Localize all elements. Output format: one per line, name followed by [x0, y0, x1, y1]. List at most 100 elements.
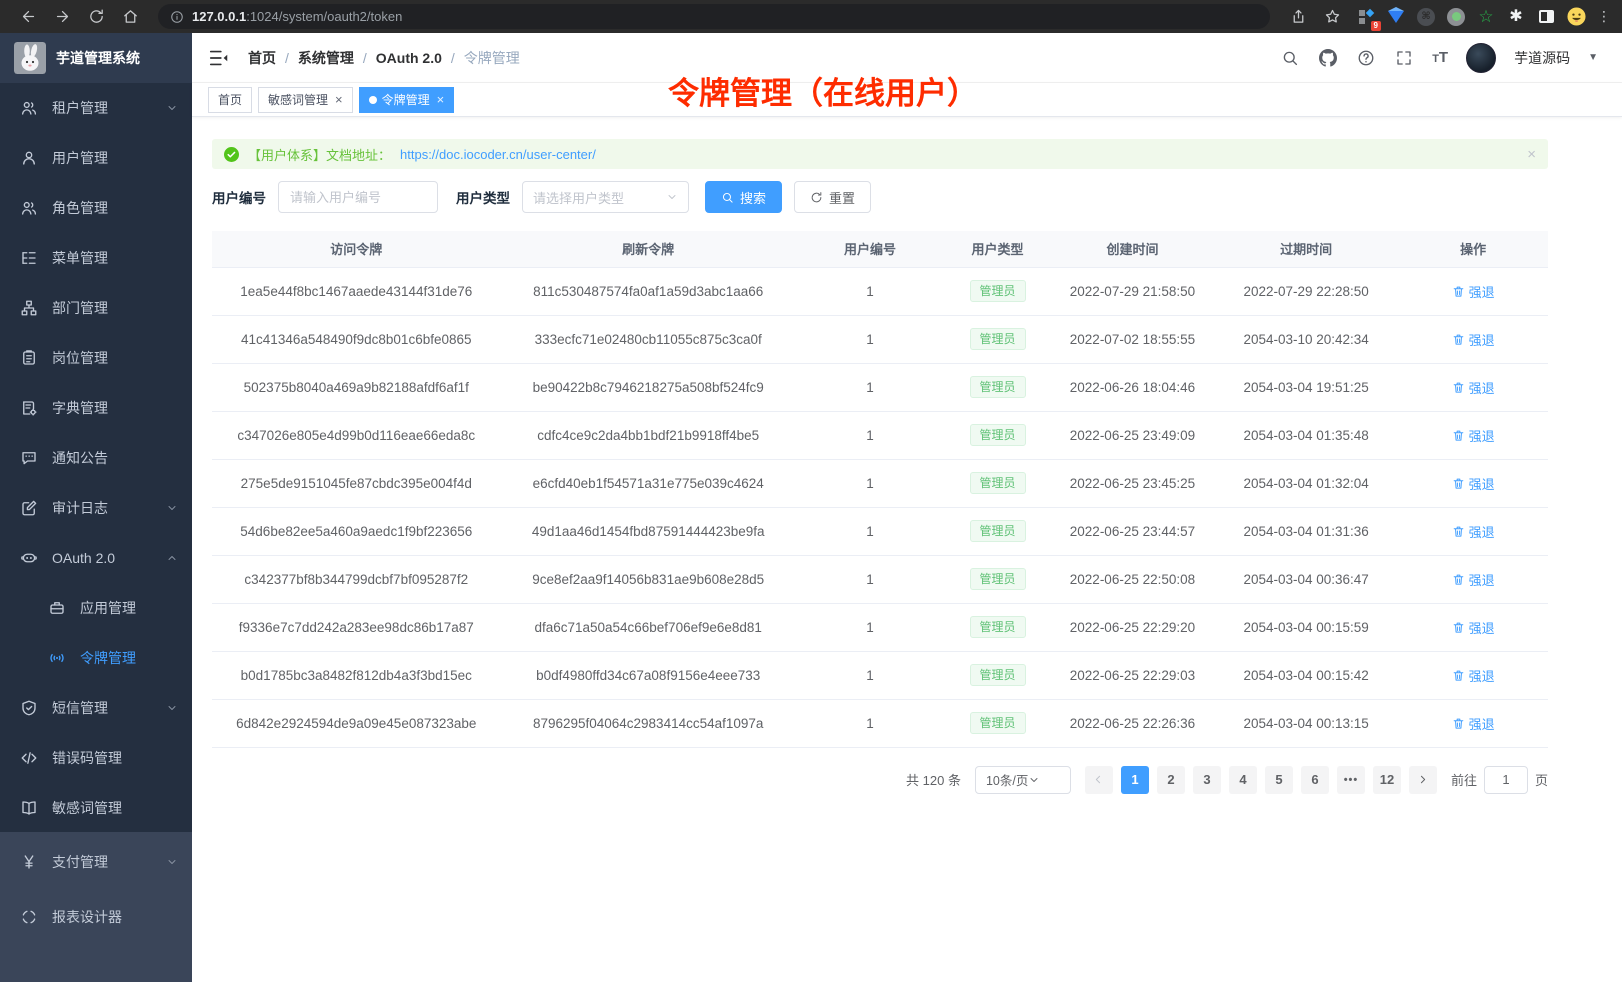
- force-logout-button[interactable]: 强退: [1452, 426, 1495, 445]
- search-icon[interactable]: [1280, 48, 1300, 68]
- sidebar-item-audit[interactable]: 审计日志: [0, 483, 192, 533]
- extension-record-icon[interactable]: [1446, 7, 1466, 27]
- sidebar-item-errcode[interactable]: 错误码管理: [0, 733, 192, 783]
- reload-icon[interactable]: [82, 3, 110, 31]
- trash-icon: [1452, 573, 1465, 586]
- extension-white-star-icon[interactable]: ✱: [1506, 7, 1526, 27]
- extension-grid-icon[interactable]: 9: [1356, 7, 1376, 27]
- app-logo-row[interactable]: 芋道管理系统: [0, 33, 192, 83]
- goto-label: 前往: [1451, 770, 1477, 789]
- forward-icon[interactable]: [48, 3, 76, 31]
- breadcrumb-system[interactable]: 系统管理: [298, 48, 354, 68]
- action-cell: 强退: [1398, 555, 1548, 603]
- sidebar-item-report[interactable]: 报表设计器: [0, 889, 192, 944]
- sidebar-item-app[interactable]: 应用管理: [0, 583, 192, 633]
- browser-menu-icon[interactable]: ⋮: [1596, 8, 1612, 25]
- font-size-icon[interactable]: TT: [1432, 49, 1448, 66]
- breadcrumb-oauth[interactable]: OAuth 2.0: [376, 50, 442, 66]
- github-icon[interactable]: [1318, 48, 1338, 68]
- fullscreen-icon[interactable]: [1394, 48, 1414, 68]
- page-more-button[interactable]: •••: [1337, 766, 1365, 794]
- search-button[interactable]: 搜索: [705, 181, 782, 213]
- user-id-cell: 1: [796, 267, 944, 315]
- alert-close-icon[interactable]: ×: [1527, 146, 1536, 163]
- breadcrumb-home[interactable]: 首页: [248, 48, 276, 68]
- extension-gem-icon[interactable]: [1386, 7, 1406, 27]
- prev-page-button[interactable]: [1085, 766, 1113, 794]
- goto-page-input[interactable]: [1484, 766, 1528, 794]
- page-button-6[interactable]: 6: [1301, 766, 1329, 794]
- doc-link[interactable]: https://doc.iocoder.cn/user-center/: [400, 147, 596, 162]
- profile-avatar[interactable]: [1566, 7, 1586, 27]
- side-panel-icon[interactable]: [1536, 7, 1556, 27]
- chevron-down-icon: [166, 502, 178, 514]
- force-logout-button[interactable]: 强退: [1452, 330, 1495, 349]
- close-icon[interactable]: ×: [437, 93, 445, 106]
- sidebar-item-token[interactable]: 令牌管理: [0, 633, 192, 683]
- sidebar-collapse-button[interactable]: [208, 47, 230, 69]
- chevron-down-icon[interactable]: ▼: [1588, 52, 1598, 63]
- force-logout-button[interactable]: 强退: [1452, 618, 1495, 637]
- sidebar-item-dept[interactable]: 部门管理: [0, 283, 192, 333]
- sidebar-item-sensitive[interactable]: 敏感词管理: [0, 783, 192, 832]
- sidebar-item-pay[interactable]: 支付管理: [0, 834, 192, 889]
- sidebar-item-dict[interactable]: 字典管理: [0, 383, 192, 433]
- user-type-badge: 管理员: [970, 664, 1026, 686]
- created-time-cell: 2022-06-25 22:50:08: [1051, 555, 1214, 603]
- force-logout-button[interactable]: 强退: [1452, 474, 1495, 493]
- page-info-icon[interactable]: [170, 10, 184, 24]
- sidebar-item-user[interactable]: 用户管理: [0, 133, 192, 183]
- table-row: 41c41346a548490f9dc8b01c6bfe0865 333ecfc…: [212, 315, 1548, 363]
- bookmark-star-icon[interactable]: [1318, 3, 1346, 31]
- expire-time-cell: 2054-03-04 00:15:42: [1214, 651, 1398, 699]
- page-button-12[interactable]: 12: [1373, 766, 1401, 794]
- force-logout-button[interactable]: 强退: [1452, 714, 1495, 733]
- user-id-cell: 1: [796, 603, 944, 651]
- column-header: 过期时间: [1214, 231, 1398, 267]
- force-logout-button[interactable]: 强退: [1452, 666, 1495, 685]
- user-type-badge: 管理员: [970, 376, 1026, 398]
- page-size-select[interactable]: 10条/页: [975, 766, 1071, 794]
- sidebar-item-role[interactable]: 角色管理: [0, 183, 192, 233]
- tab-token[interactable]: 令牌管理 ×: [359, 87, 455, 113]
- sidebar-item-notice[interactable]: 通知公告: [0, 433, 192, 483]
- force-logout-button[interactable]: 强退: [1452, 378, 1495, 397]
- force-logout-button[interactable]: 强退: [1452, 522, 1495, 541]
- sidebar-item-oauth[interactable]: OAuth 2.0: [0, 533, 192, 583]
- user-avatar[interactable]: [1466, 43, 1496, 73]
- user-type-badge: 管理员: [970, 568, 1026, 590]
- refresh-token-cell: b0df4980ffd34c67a08f9156e4eee733: [501, 651, 796, 699]
- user-type-select[interactable]: 请选择用户类型: [522, 181, 689, 213]
- user-id-cell: 1: [796, 699, 944, 747]
- refresh-token-cell: dfa6c71a50a54c66bef706ef9e6e8d81: [501, 603, 796, 651]
- access-token-cell: 1ea5e44f8bc1467aaede43144f31de76: [212, 267, 501, 315]
- back-icon[interactable]: [14, 3, 42, 31]
- sidebar-item-sms[interactable]: 短信管理: [0, 683, 192, 733]
- force-logout-button[interactable]: 强退: [1452, 282, 1495, 301]
- reset-button[interactable]: 重置: [794, 181, 871, 213]
- column-header: 创建时间: [1051, 231, 1214, 267]
- username[interactable]: 芋道源码: [1514, 48, 1570, 68]
- page-button-2[interactable]: 2: [1157, 766, 1185, 794]
- sidebar-item-menu[interactable]: 菜单管理: [0, 233, 192, 283]
- user-id-input[interactable]: [278, 181, 438, 213]
- tab-home[interactable]: 首页: [208, 87, 252, 113]
- refresh-token-cell: cdfc4ce9c2da4bb1bdf21b9918ff4be5: [501, 411, 796, 459]
- page-button-1[interactable]: 1: [1121, 766, 1149, 794]
- page-button-3[interactable]: 3: [1193, 766, 1221, 794]
- sidebar-item-label: 敏感词管理: [52, 798, 122, 818]
- extension-green-star-icon[interactable]: ☆: [1476, 7, 1496, 27]
- close-icon[interactable]: ×: [335, 93, 343, 106]
- page-button-4[interactable]: 4: [1229, 766, 1257, 794]
- home-icon[interactable]: [116, 3, 144, 31]
- share-icon[interactable]: [1284, 3, 1312, 31]
- help-icon[interactable]: [1356, 48, 1376, 68]
- sidebar-item-tenant[interactable]: 租户管理: [0, 83, 192, 133]
- page-button-5[interactable]: 5: [1265, 766, 1293, 794]
- address-bar[interactable]: 127.0.0.1:1024/system/oauth2/token: [158, 4, 1270, 29]
- sidebar-item-post[interactable]: 岗位管理: [0, 333, 192, 383]
- force-logout-button[interactable]: 强退: [1452, 570, 1495, 589]
- tab-sensitive[interactable]: 敏感词管理 ×: [258, 87, 353, 113]
- next-page-button[interactable]: [1409, 766, 1437, 794]
- extension-dark-circle-icon[interactable]: ⌘: [1416, 7, 1436, 27]
